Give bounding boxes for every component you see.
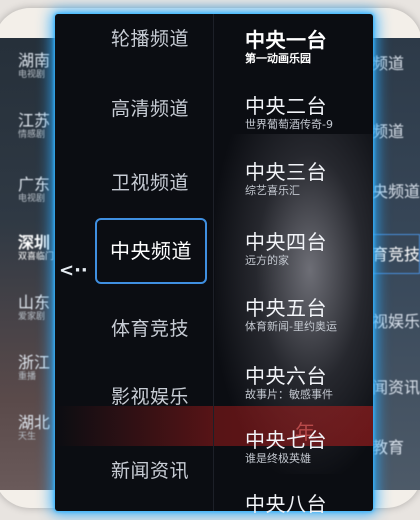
channel-program: 故事片：敏感事件 bbox=[245, 388, 333, 401]
channel-program: 体育新闻-里约奥运 bbox=[245, 320, 337, 333]
back-arrow-icon[interactable]: <·· bbox=[59, 260, 88, 281]
channel-name: 中央四台 bbox=[245, 230, 327, 254]
category-item[interactable]: 影视娱乐 bbox=[111, 382, 189, 409]
channel-program: 第一动画乐园 bbox=[245, 52, 311, 65]
channel-name: 中央七台 bbox=[245, 428, 327, 452]
channel-name: 中央五台 bbox=[245, 296, 327, 320]
category-item[interactable]: 轮播频道 bbox=[111, 24, 189, 51]
bg-right-item: 频道 bbox=[372, 122, 405, 141]
category-item[interactable]: 高清频道 bbox=[111, 94, 189, 121]
bg-right-item: 央频道 bbox=[372, 182, 420, 201]
category-item[interactable]: 卫视频道 bbox=[111, 168, 189, 195]
channel-name: 中央一台 bbox=[245, 28, 327, 52]
category-item-selected[interactable]: 中央频道 bbox=[95, 218, 207, 284]
channel-item[interactable]: 中央五台 体育新闻-里约奥运 bbox=[245, 296, 370, 334]
channel-name: 中央二台 bbox=[245, 94, 327, 118]
channel-item[interactable]: 中央二台 世界葡萄酒传奇-9 bbox=[245, 94, 370, 132]
channel-program: 综艺喜乐汇 bbox=[245, 184, 300, 197]
background-right-category-list: 频道 频道 央频道 育竞技 视娱乐 闻资讯 教育 bbox=[368, 38, 420, 490]
category-item[interactable]: 体育竞技 bbox=[111, 314, 189, 341]
channel-program: 谁是终极英雄 bbox=[245, 452, 311, 465]
channel-item[interactable]: 中央六台 故事片：敏感事件 bbox=[245, 364, 370, 402]
column-divider bbox=[213, 14, 214, 511]
bg-right-item: 视娱乐 bbox=[372, 312, 420, 331]
channel-name: 中央三台 bbox=[245, 160, 327, 184]
channel-selector-panel: 年 <·· 轮播频道 高清频道 卫视频道 中央频道 体育竞技 影视娱乐 新闻资讯… bbox=[55, 14, 373, 516]
channel-item[interactable]: 中央七台 谁是终极英雄 bbox=[245, 428, 370, 466]
channel-item[interactable]: 中央四台 远方的家 bbox=[245, 230, 370, 268]
bg-right-item: 育竞技 bbox=[368, 234, 420, 274]
channel-item[interactable]: 中央三台 综艺喜乐汇 bbox=[245, 160, 370, 198]
channel-name: 中央六台 bbox=[245, 364, 327, 388]
channel-program: 世界葡萄酒传奇-9 bbox=[245, 118, 333, 131]
channel-item[interactable]: 中央一台 第一动画乐园 bbox=[245, 28, 370, 66]
channel-name: 中央八台 bbox=[245, 492, 327, 516]
bg-right-item: 闻资讯 bbox=[372, 378, 420, 397]
channel-item[interactable]: 中央八台 bbox=[245, 492, 370, 516]
channel-program: 远方的家 bbox=[245, 254, 289, 267]
bg-right-item: 频道 bbox=[372, 54, 405, 73]
bg-right-item: 教育 bbox=[372, 438, 405, 457]
category-item[interactable]: 新闻资讯 bbox=[111, 456, 189, 483]
